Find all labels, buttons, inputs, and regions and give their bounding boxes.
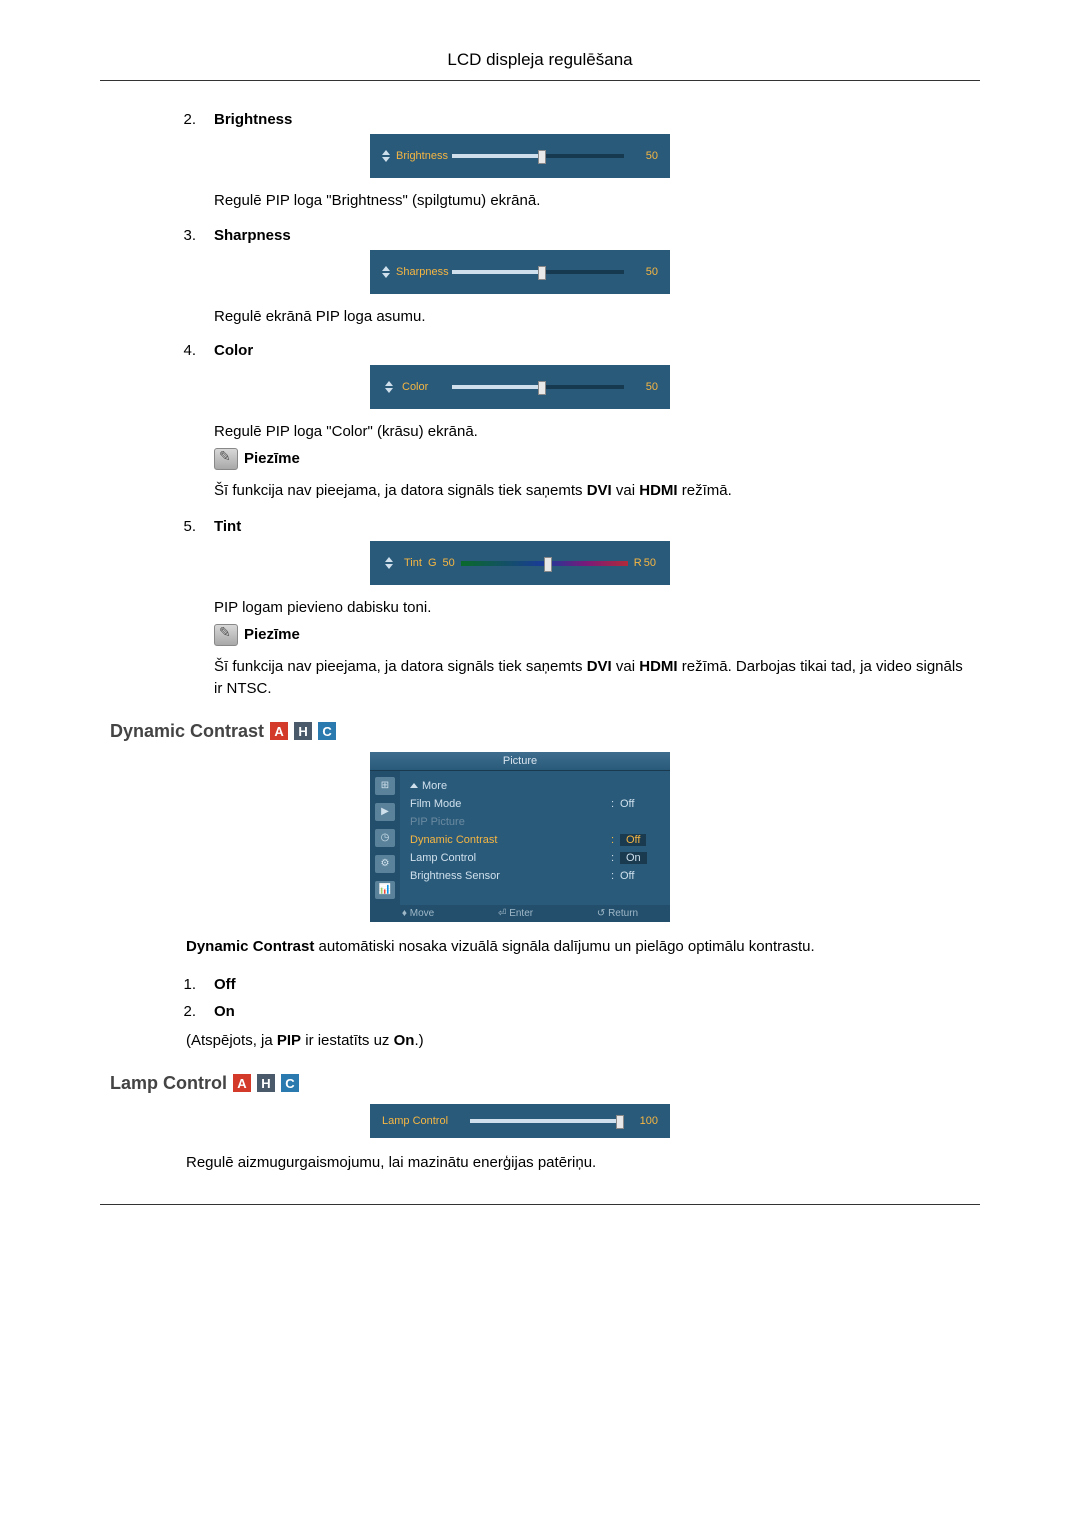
menu-icon[interactable]: ▶	[375, 803, 395, 821]
note-icon	[214, 624, 238, 646]
note-body: Šī funkcija nav pieejama, ja datora sign…	[214, 656, 970, 701]
picture-menu[interactable]: Picture ⊞ ▶ ◷ ⚙ 📊 More Film Mode	[370, 752, 670, 922]
item-number: 2.	[180, 111, 196, 128]
item-color: 4. Color Color 50	[110, 342, 970, 502]
slider-value: 100	[632, 1115, 658, 1127]
menu-rows: More Film Mode : Off PIP Picture Dynamic…	[400, 771, 670, 905]
tint-slider[interactable]: Tint G 50 R 50	[370, 541, 670, 585]
slider-label: Color	[402, 381, 428, 393]
menu-icon[interactable]: ◷	[375, 829, 395, 847]
slider-track[interactable]	[470, 1119, 624, 1123]
item-label: Brightness	[214, 111, 292, 128]
up-arrow-icon	[410, 783, 418, 788]
content: 2. Brightness Brightness	[0, 81, 1080, 1174]
footer-return: ↺ Return	[597, 908, 638, 919]
item-label: Color	[214, 342, 253, 359]
heading-lamp-control: Lamp Control A H C	[110, 1073, 970, 1094]
item-number: 3.	[180, 227, 196, 244]
color-slider[interactable]: Color 50	[370, 365, 670, 409]
menu-footer: ♦ Move ⏎ Enter ↺ Return	[370, 905, 670, 922]
note-label: Piezīme	[244, 450, 300, 467]
slider-thumb[interactable]	[616, 1115, 624, 1129]
arrow-stack-icon	[382, 556, 396, 570]
menu-more[interactable]: More	[410, 777, 660, 795]
item-sharpness: 3. Sharpness Sharpness	[110, 227, 970, 329]
page: LCD displeja regulēšana 2. Brightness Br…	[0, 0, 1080, 1245]
slider-label: Brightness	[396, 150, 448, 162]
dynamic-contrast-desc: Dynamic Contrast automātiski nosaka vizu…	[186, 936, 970, 959]
badge-h-icon: H	[257, 1074, 275, 1092]
slider-track[interactable]	[452, 270, 624, 274]
footer-rule	[100, 1204, 980, 1205]
slider-thumb[interactable]	[538, 150, 546, 164]
item-desc: Regulē ekrānā PIP loga asumu.	[214, 306, 970, 329]
slider-label: Tint	[404, 557, 422, 569]
item-desc: PIP logam pievieno dabisku toni.	[214, 597, 970, 620]
arrow-stack-icon	[382, 380, 396, 394]
slider-thumb[interactable]	[538, 266, 546, 280]
brightness-slider[interactable]: Brightness 50	[370, 134, 670, 178]
badge-h-icon: H	[294, 722, 312, 740]
menu-row-lamp-control[interactable]: Lamp Control : On	[410, 849, 660, 867]
arrow-stack-icon	[382, 149, 390, 163]
slider-value: 50	[632, 266, 658, 278]
menu-icon[interactable]: 📊	[375, 881, 395, 899]
badge-a-icon: A	[233, 1074, 251, 1092]
item-desc: Regulē PIP loga "Color" (krāsu) ekrānā.	[214, 421, 970, 444]
slider-value: 50	[632, 381, 658, 393]
slider-label: Lamp Control	[382, 1115, 462, 1127]
slider-track[interactable]	[452, 385, 624, 389]
lamp-control-slider[interactable]: Lamp Control 100	[370, 1104, 670, 1138]
slider-label: Sharpness	[396, 266, 449, 278]
tint-r-value: 50	[644, 557, 656, 569]
menu-row-pip-picture: PIP Picture	[410, 813, 660, 831]
item-label: Sharpness	[214, 227, 291, 244]
page-title: LCD displeja regulēšana	[0, 50, 1080, 80]
item-tint: 5. Tint Tint G 50 R 50 PIP l	[110, 518, 970, 701]
badge-c-icon: C	[318, 722, 336, 740]
footer-enter: ⏎ Enter	[498, 908, 533, 919]
slider-value: 50	[632, 150, 658, 162]
note-label: Piezīme	[244, 626, 300, 643]
item-brightness: 2. Brightness Brightness	[110, 111, 970, 213]
opt-off: 1. Off	[180, 976, 970, 993]
slider-track[interactable]	[452, 154, 624, 158]
menu-row-film-mode[interactable]: Film Mode : Off	[410, 795, 660, 813]
item-desc: Regulē PIP loga "Brightness" (spilgtumu)…	[214, 190, 970, 213]
note-icon	[214, 448, 238, 470]
menu-title: Picture	[370, 752, 670, 771]
sharpness-slider[interactable]: Sharpness 50	[370, 250, 670, 294]
footer-move: ♦ Move	[402, 908, 434, 919]
menu-icon[interactable]: ⊞	[375, 777, 395, 795]
tint-g-label: G	[428, 557, 437, 569]
opt-on: 2. On	[180, 1003, 970, 1020]
menu-sidebar-icons: ⊞ ▶ ◷ ⚙ 📊	[370, 771, 400, 905]
lamp-control-desc: Regulē aizmugurgaismojumu, lai mazinātu …	[186, 1152, 970, 1175]
menu-row-dynamic-contrast[interactable]: Dynamic Contrast : Off	[410, 831, 660, 849]
menu-row-brightness-sensor[interactable]: Brightness Sensor : Off	[410, 867, 660, 885]
arrow-stack-icon	[382, 265, 390, 279]
badge-c-icon: C	[281, 1074, 299, 1092]
slider-thumb[interactable]	[538, 381, 546, 395]
badge-a-icon: A	[270, 722, 288, 740]
tint-track[interactable]	[461, 561, 628, 566]
tint-r-label: R	[634, 557, 642, 569]
item-label: Tint	[214, 518, 241, 535]
note-body: Šī funkcija nav pieejama, ja datora sign…	[214, 480, 970, 503]
item-number: 5.	[180, 518, 196, 535]
tint-g-value: 50	[443, 557, 455, 569]
item-number: 4.	[180, 342, 196, 359]
heading-dynamic-contrast: Dynamic Contrast A H C	[110, 721, 970, 742]
tint-thumb[interactable]	[544, 557, 552, 572]
menu-icon[interactable]: ⚙	[375, 855, 395, 873]
dynamic-contrast-disabled: (Atspējots, ja PIP ir iestatīts uz On.)	[186, 1030, 970, 1053]
